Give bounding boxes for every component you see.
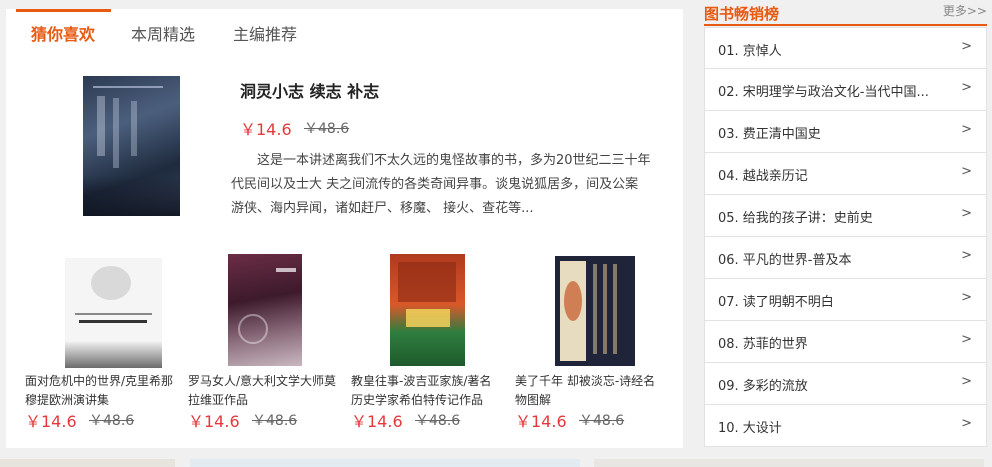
page: 猜你喜欢 本周精选 主编推荐 洞灵小志 续志 补志 ￥14.6 ￥48.6 这是… — [0, 0, 992, 467]
bestseller-item[interactable]: 09. 多彩的流放 > — [704, 363, 987, 405]
book-old-price: ￥48.6 — [252, 413, 298, 429]
recommend-panel: 猜你喜欢 本周精选 主编推荐 洞灵小志 续志 补志 ￥14.6 ￥48.6 这是… — [6, 9, 683, 448]
chevron-right-icon[interactable]: > — [961, 80, 972, 95]
featured-book-old-price: ￥48.6 — [304, 121, 350, 137]
chevron-right-icon[interactable]: > — [961, 248, 972, 263]
book-old-price: ￥48.6 — [89, 413, 135, 429]
bestseller-item-label[interactable]: 05. 给我的孩子讲：史前史 — [718, 207, 873, 226]
bottom-banner-strip — [0, 459, 175, 467]
bestseller-item[interactable]: 04. 越战亲历记 > — [704, 153, 987, 195]
bestseller-item[interactable]: 08. 苏菲的世界 > — [704, 321, 987, 363]
more-link[interactable]: 更多>> — [943, 2, 987, 19]
bestseller-item-label[interactable]: 09. 多彩的流放 — [718, 375, 808, 394]
book-title[interactable]: 美了千年 却被淡忘-诗经名物图解 — [515, 372, 665, 410]
book-price: ￥14.6 — [351, 412, 403, 431]
bestseller-item-label[interactable]: 07. 读了明朝不明白 — [718, 291, 834, 310]
featured-book-price: ￥14.6 — [240, 120, 292, 139]
bestseller-item[interactable]: 05. 给我的孩子讲：史前史 > — [704, 195, 987, 237]
book-title[interactable]: 罗马女人/意大利文学大师莫拉维亚作品 — [188, 372, 338, 410]
book-title[interactable]: 面对危机中的世界/克里希那穆提欧洲演讲集 — [25, 372, 175, 410]
chevron-right-icon[interactable]: > — [961, 164, 972, 179]
bottom-banner-strip — [190, 459, 580, 467]
bestseller-title: 图书畅销榜 — [704, 5, 780, 23]
chevron-right-icon[interactable]: > — [961, 290, 972, 305]
book-old-price: ￥48.6 — [579, 413, 625, 429]
chevron-right-icon[interactable]: > — [961, 374, 972, 389]
book-price: ￥14.6 — [188, 412, 240, 431]
tab-editor-picks[interactable]: 主编推荐 — [233, 23, 297, 51]
book-price: ￥14.6 — [515, 412, 567, 431]
book-old-price: ￥48.6 — [415, 413, 461, 429]
book-price: ￥14.6 — [25, 412, 77, 431]
bestseller-item[interactable]: 01. 京悼人 > — [704, 27, 987, 69]
book-cover[interactable] — [555, 256, 635, 366]
bestseller-item-label[interactable]: 06. 平凡的世界-普及本 — [718, 249, 852, 268]
book-cover[interactable] — [65, 258, 162, 368]
book-title[interactable]: 教皇往事-波吉亚家族/著名历史学家希伯特传记作品 — [351, 372, 501, 410]
bottom-banner-strip — [594, 459, 984, 467]
featured-book-title[interactable]: 洞灵小志 续志 补志 — [240, 78, 379, 102]
bestseller-item[interactable]: 10. 大设计 > — [704, 405, 987, 447]
book-cover[interactable] — [390, 254, 465, 366]
tab-guess-you-like[interactable]: 猜你喜欢 — [31, 23, 95, 51]
chevron-right-icon[interactable]: > — [961, 39, 972, 54]
book-cover[interactable] — [228, 254, 302, 366]
bestseller-item-label[interactable]: 04. 越战亲历记 — [718, 165, 808, 184]
recommend-tabs: 猜你喜欢 本周精选 主编推荐 — [6, 9, 683, 59]
tab-active-indicator — [16, 9, 111, 12]
bestseller-panel: 图书畅销榜 更多>> 01. 京悼人 > 02. 宋明理学与政治文化-当代中国..… — [704, 0, 987, 450]
bestseller-item-label[interactable]: 10. 大设计 — [718, 417, 782, 436]
bestseller-item-label[interactable]: 08. 苏菲的世界 — [718, 333, 808, 352]
bestseller-item[interactable]: 03. 费正清中国史 > — [704, 111, 987, 153]
bestseller-item[interactable]: 07. 读了明朝不明白 > — [704, 279, 987, 321]
tab-weekly-picks[interactable]: 本周精选 — [131, 23, 195, 51]
bestseller-item[interactable]: 06. 平凡的世界-普及本 > — [704, 237, 987, 279]
bestseller-underline — [704, 24, 987, 26]
bestseller-item[interactable]: 02. 宋明理学与政治文化-当代中国... > — [704, 69, 987, 111]
bestseller-item-label[interactable]: 02. 宋明理学与政治文化-当代中国... — [718, 81, 929, 100]
featured-book-cover[interactable] — [83, 76, 180, 216]
chevron-right-icon[interactable]: > — [961, 416, 972, 431]
chevron-right-icon[interactable]: > — [961, 206, 972, 221]
featured-book-description: 这是一本讲述离我们不太久远的鬼怪故事的书，多为20世纪二三十年代民间以及士大 夫… — [231, 153, 651, 216]
bestseller-item-label[interactable]: 03. 费正清中国史 — [718, 123, 821, 142]
chevron-right-icon[interactable]: > — [961, 332, 972, 347]
chevron-right-icon[interactable]: > — [961, 122, 972, 137]
bestseller-item-label[interactable]: 01. 京悼人 — [718, 40, 782, 59]
bestseller-list: 01. 京悼人 > 02. 宋明理学与政治文化-当代中国... > 03. 费正清中… — [704, 27, 987, 447]
